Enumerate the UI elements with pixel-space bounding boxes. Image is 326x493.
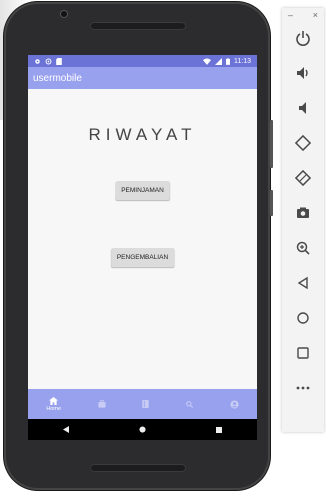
home-button[interactable]	[282, 300, 324, 335]
wifi-icon	[203, 58, 211, 65]
sync-icon	[45, 58, 52, 65]
recents-nav-icon[interactable]	[216, 426, 222, 433]
status-bar: 11:13	[28, 55, 257, 67]
volume-up-button[interactable]	[282, 55, 324, 90]
volume-side-button[interactable]	[270, 120, 273, 168]
nav-item-account[interactable]	[230, 399, 239, 409]
back-icon	[295, 275, 311, 291]
toolbar-window-controls: – ×	[282, 8, 324, 20]
front-camera	[61, 11, 67, 17]
home-circle-icon	[295, 310, 311, 326]
power-icon	[295, 30, 311, 46]
pengembalian-button[interactable]: PENGEMBALIAN	[110, 248, 175, 267]
bottom-navigation: Home	[28, 389, 257, 419]
screenshot-button[interactable]	[282, 195, 324, 230]
zoom-button[interactable]	[282, 230, 324, 265]
nav-item-label: Home	[46, 405, 61, 412]
minimize-button[interactable]: –	[288, 10, 293, 20]
main-content: RIWAYAT PEMINJAMAN PENGEMBALIAN	[28, 89, 257, 389]
back-nav-icon[interactable]	[63, 426, 69, 433]
account-icon	[230, 399, 239, 409]
sd-card-icon	[56, 57, 62, 65]
nav-item-home[interactable]: Home	[46, 396, 61, 412]
page-title: RIWAYAT	[88, 125, 197, 144]
system-navigation-bar	[28, 419, 257, 440]
nav-item-book[interactable]	[142, 400, 150, 408]
rotate-right-icon	[295, 169, 311, 186]
app-title: usermobile	[33, 72, 82, 84]
rotate-left-icon	[295, 134, 311, 151]
battery-icon	[226, 57, 230, 65]
overview-button[interactable]	[282, 335, 324, 370]
volume-down-button[interactable]	[282, 90, 324, 125]
power-side-button[interactable]	[270, 190, 273, 216]
home-nav-icon[interactable]	[139, 426, 146, 433]
camera-icon	[295, 205, 311, 221]
settings-gear-icon	[34, 58, 41, 65]
power-button[interactable]	[282, 20, 324, 55]
signal-icon	[215, 57, 222, 65]
close-button[interactable]: ×	[313, 10, 318, 20]
search-icon	[186, 400, 193, 408]
briefcase-icon	[98, 400, 106, 408]
book-icon	[142, 400, 150, 408]
nav-item-search[interactable]	[186, 400, 193, 408]
nav-item-briefcase[interactable]	[98, 400, 106, 408]
zoom-icon	[295, 240, 311, 256]
clock-time: 11:13	[234, 57, 251, 65]
volume-up-icon	[295, 65, 311, 81]
rotate-left-button[interactable]	[282, 125, 324, 160]
app-bar: usermobile	[28, 67, 257, 89]
top-speaker-grill	[90, 22, 186, 30]
more-icon	[295, 380, 311, 396]
peminjaman-button[interactable]: PEMINJAMAN	[115, 181, 170, 200]
volume-down-icon	[295, 100, 311, 116]
device-screen: 11:13 usermobile RIWAYAT PEMINJAMAN PENG…	[28, 55, 257, 440]
bottom-speaker-grill	[90, 464, 186, 472]
more-button[interactable]	[282, 370, 324, 405]
rotate-right-button[interactable]	[282, 160, 324, 195]
home-icon	[49, 396, 59, 405]
emulator-toolbar: – ×	[282, 8, 324, 432]
back-button[interactable]	[282, 265, 324, 300]
overview-icon	[295, 345, 311, 361]
